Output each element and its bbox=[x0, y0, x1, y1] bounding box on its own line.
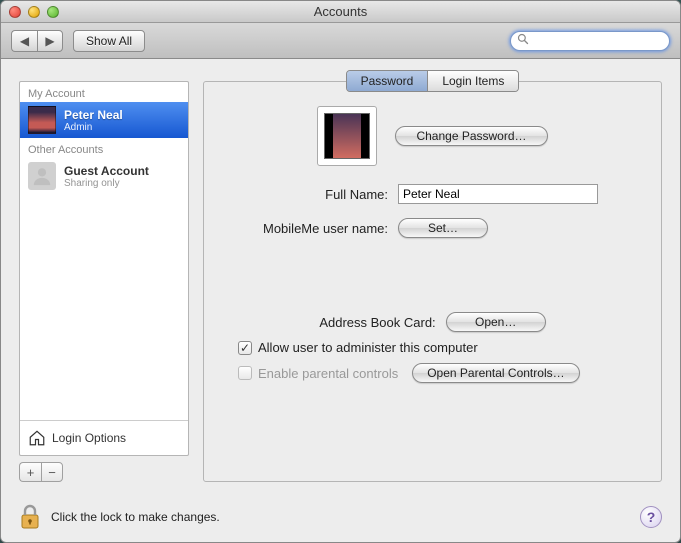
tab-login-items[interactable]: Login Items bbox=[428, 71, 518, 91]
main-panel: Password Login Items Change Password bbox=[203, 81, 662, 482]
admin-checkbox-label: Allow user to administer this computer bbox=[258, 340, 478, 355]
house-icon bbox=[28, 429, 46, 447]
address-book-open-button[interactable]: Open… bbox=[446, 312, 546, 332]
sidebar: My Account Peter Neal Admin Other Accoun… bbox=[19, 81, 189, 482]
account-row-guest[interactable]: Guest Account Sharing only bbox=[20, 158, 188, 194]
mobileme-label: MobileMe user name: bbox=[218, 221, 388, 236]
guest-silhouette-icon bbox=[28, 162, 56, 190]
user-picture-button[interactable] bbox=[317, 106, 377, 166]
admin-checkbox-row[interactable]: ✓ Allow user to administer this computer bbox=[238, 340, 647, 355]
search-field[interactable] bbox=[510, 31, 670, 51]
mobileme-set-button[interactable]: Set… bbox=[398, 218, 488, 238]
close-icon[interactable] bbox=[9, 6, 21, 18]
account-role: Admin bbox=[64, 122, 123, 133]
admin-checkbox[interactable]: ✓ bbox=[238, 341, 252, 355]
back-button[interactable]: ◀ bbox=[11, 30, 37, 52]
question-icon: ? bbox=[647, 509, 656, 525]
lock-text: Click the lock to make changes. bbox=[51, 510, 220, 524]
chevron-right-icon: ▶ bbox=[45, 34, 54, 48]
login-options-label: Login Options bbox=[52, 431, 126, 445]
parental-checkbox[interactable] bbox=[238, 366, 252, 380]
forward-button[interactable]: ▶ bbox=[37, 30, 63, 52]
parental-checkbox-label: Enable parental controls bbox=[258, 366, 398, 381]
search-input[interactable] bbox=[533, 35, 675, 47]
full-name-label: Full Name: bbox=[218, 187, 388, 202]
my-account-section-label: My Account bbox=[20, 82, 188, 102]
account-row-peter-neal[interactable]: Peter Neal Admin bbox=[20, 102, 188, 138]
remove-account-button[interactable]: − bbox=[41, 462, 63, 482]
zoom-icon[interactable] bbox=[47, 6, 59, 18]
open-parental-controls-button[interactable]: Open Parental Controls… bbox=[412, 363, 579, 383]
accounts-list: My Account Peter Neal Admin Other Accoun… bbox=[19, 81, 189, 456]
account-name: Peter Neal bbox=[64, 108, 123, 122]
lock-icon[interactable] bbox=[19, 504, 41, 530]
account-picture-icon bbox=[28, 106, 56, 134]
chevron-left-icon: ◀ bbox=[20, 34, 29, 48]
search-icon bbox=[517, 33, 529, 48]
help-button[interactable]: ? bbox=[640, 506, 662, 528]
window-title: Accounts bbox=[1, 4, 680, 19]
titlebar: Accounts bbox=[1, 1, 680, 23]
minus-icon: − bbox=[48, 465, 56, 480]
minimize-icon[interactable] bbox=[28, 6, 40, 18]
checkmark-icon: ✓ bbox=[240, 341, 250, 355]
toolbar: ◀ ▶ Show All bbox=[1, 23, 680, 59]
account-name: Guest Account bbox=[64, 164, 149, 178]
tab-password[interactable]: Password bbox=[347, 71, 429, 91]
add-account-button[interactable]: + bbox=[19, 462, 41, 482]
other-accounts-section-label: Other Accounts bbox=[20, 138, 188, 158]
footer: Click the lock to make changes. ? bbox=[1, 492, 680, 542]
full-name-field[interactable] bbox=[398, 184, 598, 204]
change-password-button[interactable]: Change Password… bbox=[395, 126, 547, 146]
plus-icon: + bbox=[27, 465, 35, 480]
show-all-label: Show All bbox=[86, 34, 132, 48]
user-picture-icon bbox=[324, 113, 370, 159]
account-role: Sharing only bbox=[64, 178, 149, 189]
accounts-window: Accounts ◀ ▶ Show All My Account bbox=[0, 0, 681, 543]
show-all-button[interactable]: Show All bbox=[73, 30, 145, 52]
address-book-label: Address Book Card: bbox=[319, 315, 435, 330]
login-options-button[interactable]: Login Options bbox=[20, 420, 188, 455]
